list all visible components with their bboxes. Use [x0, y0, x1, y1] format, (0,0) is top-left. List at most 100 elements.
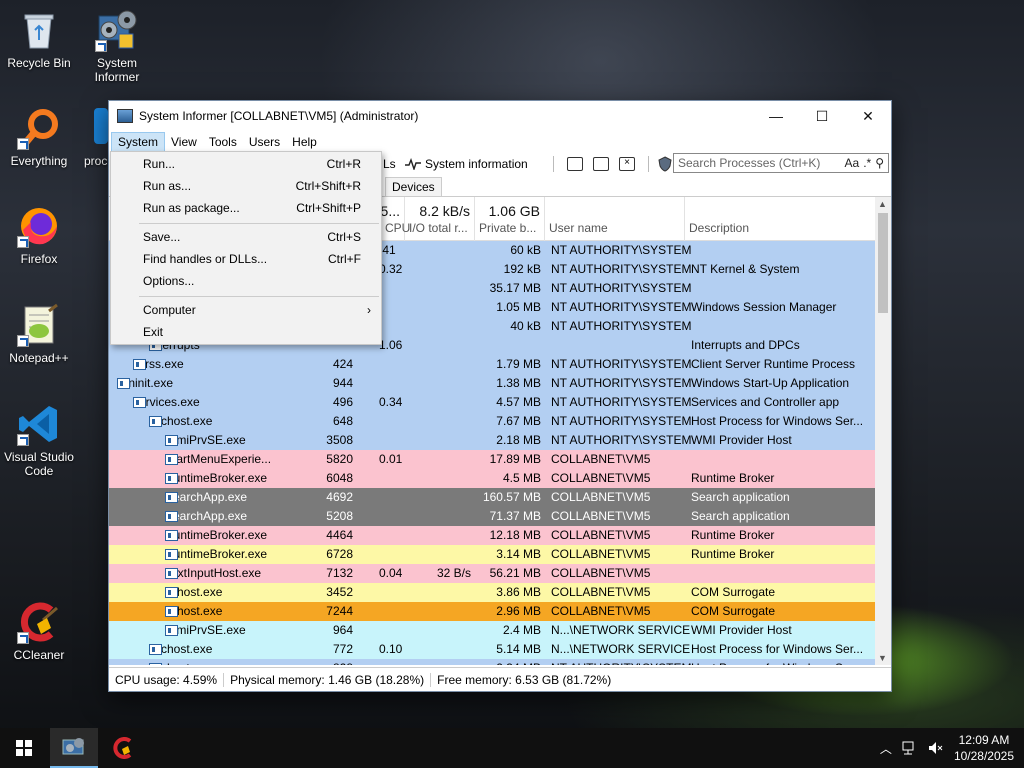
desktop-icon-ccleaner[interactable]: CCleaner: [0, 600, 78, 662]
column-io-label: I/O total r...: [409, 221, 468, 235]
window-icon[interactable]: [567, 157, 583, 171]
regex-toggle[interactable]: .*: [863, 156, 871, 170]
process-row[interactable]: SearchApp.exe 5208 71.37 MB COLLABNET\VM5 Se…: [109, 507, 875, 526]
menu-item-label: Run...: [143, 157, 176, 171]
menu-system[interactable]: System: [111, 132, 166, 152]
column-private-bytes[interactable]: 1.06 GB Private b...: [475, 197, 545, 241]
process-cpu: 0.34: [379, 395, 403, 409]
desktop-icon-system-informer[interactable]: System Informer: [78, 8, 156, 84]
process-description: Windows Session Manager: [691, 300, 837, 314]
menu-help[interactable]: Help: [286, 133, 323, 151]
process-private-bytes: 1.05 MB: [496, 300, 541, 314]
menu-users[interactable]: Users: [243, 133, 286, 151]
menu-item-computer[interactable]: Computer ›: [111, 299, 381, 321]
menu-view[interactable]: View: [165, 133, 203, 151]
minimize-button[interactable]: —: [753, 101, 799, 131]
process-row[interactable]: ⌄svchost.exe 648 7.67 MB NT AUTHORITY\SYSTE…: [109, 412, 875, 431]
system-informer-icon: [95, 8, 139, 52]
speaker-muted-icon[interactable]: [928, 741, 944, 755]
process-row[interactable]: ⌄wininit.exe 944 1.38 MB NT AUTHORITY\SYSTE…: [109, 374, 875, 393]
menu-item-run-as[interactable]: Run as... Ctrl+Shift+R: [111, 175, 381, 197]
scroll-down-arrow[interactable]: ▼: [878, 653, 887, 663]
desktop-icon-notepadpp[interactable]: Notepad++: [0, 303, 78, 365]
process-user-name: COLLABNET\VM5: [551, 490, 651, 504]
process-row[interactable]: RuntimeBroker.exe 6048 4.5 MB COLLABNET\VM5…: [109, 469, 875, 488]
process-private-bytes: 3.14 MB: [496, 547, 541, 561]
column-user-label: User name: [549, 221, 608, 235]
menu-tools[interactable]: Tools: [203, 133, 243, 151]
process-row[interactable]: dllhost.exe 3452 3.86 MB COLLABNET\VM5 COM S…: [109, 583, 875, 602]
vertical-scrollbar[interactable]: ▲ ▼: [875, 197, 891, 665]
process-description: Host Process for Windows Ser...: [691, 414, 864, 428]
process-cpu: 0.01: [379, 452, 403, 466]
scroll-up-arrow[interactable]: ▲: [878, 199, 887, 209]
process-row[interactable]: StartMenuExperie... 5820 0.01 17.89 MB COLLA…: [109, 450, 875, 469]
process-row[interactable]: RuntimeBroker.exe 6728 3.14 MB COLLABNET\VM…: [109, 545, 875, 564]
desktop-icon-vscode[interactable]: Visual Studio Code: [0, 402, 78, 478]
column-io-total[interactable]: 8.2 kB/s I/O total r...: [405, 197, 475, 241]
process-name-cell: csrss.exe: [133, 357, 184, 371]
menu-item-options[interactable]: Options...: [111, 270, 381, 292]
close-button[interactable]: ✕: [845, 101, 891, 131]
desktop-icon-recycle-bin[interactable]: Recycle Bin: [0, 8, 78, 70]
process-row[interactable]: TextInputHost.exe 7132 0.04 32 B/s 56.21 MB C…: [109, 564, 875, 583]
show-hidden-icons-chevron-icon[interactable]: ︿: [880, 740, 892, 757]
shield-icon[interactable]: [657, 156, 673, 172]
menu-item-find-handles[interactable]: Find handles or DLLs... Ctrl+F: [111, 248, 381, 270]
desktop-icon-everything[interactable]: Everything: [0, 106, 78, 168]
title-bar[interactable]: System Informer [COLLABNET\VM5] (Adminis…: [109, 101, 891, 131]
process-pid: 6048: [326, 471, 353, 485]
menu-item-save[interactable]: Save... Ctrl+S: [111, 226, 381, 248]
desktop-icon-firefox[interactable]: Firefox: [0, 204, 78, 266]
process-description: Interrupts and DPCs: [691, 338, 800, 352]
clock[interactable]: 12:09 AM 10/28/2025: [954, 732, 1014, 764]
menu-item-run-as-package[interactable]: Run as package... Ctrl+Shift+P: [111, 197, 381, 219]
process-row[interactable]: csrss.exe 424 1.79 MB NT AUTHORITY\SYSTEM Cl…: [109, 355, 875, 374]
process-description: COM Surrogate: [691, 585, 776, 599]
process-window-icon: [165, 511, 178, 522]
process-name-cell: WmiPrvSE.exe: [165, 433, 246, 447]
process-pid: 496: [332, 395, 353, 409]
maximize-button[interactable]: ☐: [799, 101, 845, 131]
process-row[interactable]: WmiPrvSE.exe 3508 2.18 MB NT AUTHORITY\SYST…: [109, 431, 875, 450]
process-user-name: NT AUTHORITY\SYSTEM: [551, 319, 692, 333]
vscode-icon: [17, 402, 61, 446]
process-row[interactable]: SearchApp.exe 4692 160.57 MB COLLABNET\VM5 S…: [109, 488, 875, 507]
process-window-icon: [165, 530, 178, 541]
close-window-icon[interactable]: ×: [619, 157, 635, 171]
process-row[interactable]: dllhost.exe 7244 2.96 MB COLLABNET\VM5 COM S…: [109, 602, 875, 621]
process-private-bytes: 1.38 MB: [496, 376, 541, 390]
column-user-name[interactable]: User name: [545, 197, 685, 241]
process-description: WMI Provider Host: [691, 623, 792, 637]
process-row[interactable]: ⌄services.exe 496 0.34 4.57 MB NT AUTHORITY\…: [109, 393, 875, 412]
process-description: COM Surrogate: [691, 604, 776, 618]
taskbar-system-informer[interactable]: [50, 728, 98, 768]
window-gear-icon[interactable]: [593, 157, 609, 171]
process-window-icon: [149, 644, 162, 655]
process-pid: 4464: [326, 528, 353, 542]
tab-devices[interactable]: Devices: [385, 177, 442, 196]
search-processes-input[interactable]: Search Processes (Ctrl+K) Aa .* ⚲: [673, 153, 889, 173]
search-icon[interactable]: ⚲: [875, 156, 884, 170]
process-private-bytes: 12.18 MB: [489, 528, 541, 542]
menu-item-shortcut: Ctrl+Shift+P: [296, 201, 361, 215]
network-icon[interactable]: [902, 741, 918, 755]
process-pid: 6728: [326, 547, 353, 561]
scrollbar-thumb[interactable]: [878, 213, 888, 313]
menu-item-exit[interactable]: Exit: [111, 321, 381, 343]
column-cpu[interactable]: 5... CPU: [381, 197, 410, 241]
process-row[interactable]: RuntimeBroker.exe 4464 12.18 MB COLLABNET\V…: [109, 526, 875, 545]
process-row[interactable]: WmiPrvSE.exe 964 2.4 MB N...\NETWORK SERVIC…: [109, 621, 875, 640]
case-sensitive-toggle[interactable]: Aa: [845, 156, 860, 170]
system-information-button[interactable]: System information: [405, 157, 528, 171]
notepad-plus-plus-icon: [17, 303, 61, 347]
toolbar-partial-button[interactable]: Ls: [383, 157, 396, 171]
taskbar-ccleaner[interactable]: [100, 728, 148, 768]
process-row[interactable]: svchost.exe 828 2.34 MB NT AUTHORITY\SYSTEM…: [109, 659, 875, 665]
column-description[interactable]: Description: [685, 197, 875, 241]
menu-item-run[interactable]: Run... Ctrl+R: [111, 153, 381, 175]
start-button[interactable]: [0, 728, 48, 768]
process-description: WMI Provider Host: [691, 433, 792, 447]
process-row[interactable]: svchost.exe 772 0.10 5.14 MB N...\NETWORK SE…: [109, 640, 875, 659]
desktop-icon-proc[interactable]: proc: [78, 106, 108, 168]
